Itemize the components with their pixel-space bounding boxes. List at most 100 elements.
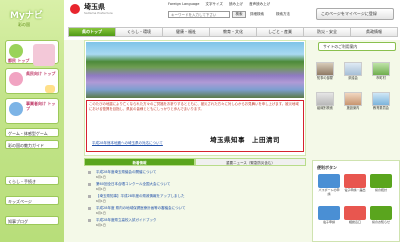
news-date: 6月1日 [96,223,106,227]
bullet-icon [88,207,91,210]
passport-icon [318,174,340,188]
news-title[interactable]: 平成28年度 県内の地域保健医療計画等の審議会について [96,206,185,211]
nav-kurashi[interactable]: くらし・環境 [116,27,163,37]
bullet-icon [88,171,91,174]
chart-icon [370,174,392,188]
utility-voice[interactable]: 音声読み上げ [249,2,270,6]
bullet-icon [88,195,91,198]
global-nav: 県のトップ くらし・環境 健康・福祉 教育・文化 しごと・産業 防災・安全 県政… [68,27,398,37]
announcement-text: このたびの地震により亡くなられた方々のご冥福をお祈りするとともに、被災された方々… [89,102,299,111]
tile-label: 市町村 [376,76,386,80]
bell-icon [370,206,392,220]
shortcut-consultation[interactable]: 相談窓口 [344,206,366,224]
sidebar-card-tomin[interactable]: 都民 トップ [5,40,59,66]
brand-english: Saitama Prefecture [84,11,113,15]
governor-signature: 埼玉県知事 上田清司 [210,136,280,144]
nav-top[interactable]: 県のトップ [68,27,116,37]
sidebar-card-label: 都民 トップ [8,58,30,63]
news-list: 平成28年度埼玉県議会の開催について 6月1日 第60回全日本合唱コンクール全国… [88,170,302,230]
sidebar-link-kurashi[interactable]: くらし・手続き [5,176,59,185]
tile-label: 組織別検索 [317,106,333,110]
tile-label: 知事の部屋 [317,76,333,80]
shortcut-label: 県のお知らせ [372,220,390,224]
person-icon [9,44,23,58]
tile-label: 施設案内 [346,106,360,110]
news-item[interactable]: 【埼玉県知事】平成28年度の県政情報をアップしました 6月1日 [88,194,302,206]
sidebar-link-blog[interactable]: 知事ブログ [5,216,59,225]
shortcut-statistics[interactable]: 県の統計 [370,174,392,192]
map-icon [372,62,390,76]
sidebar-card-label: 県民向け トップ [26,71,56,76]
card-illustration [45,85,55,93]
news-title[interactable]: 第60回全日本合唱コンクール全国大会について [96,182,170,187]
governor-photo [316,62,334,76]
myportal-logo[interactable]: Myナビ 彩の国 [4,8,60,36]
shortcut-label: パスポートの申請 [318,188,340,196]
shortcut-e-procedure[interactable]: 電子申請 [318,206,340,224]
search-input[interactable]: キーワードを入力して下さい [168,11,230,18]
school-photo [372,92,390,106]
family-icon [9,72,23,86]
card-illustration [33,44,55,66]
facility-photo [344,92,362,106]
news-title[interactable]: 【埼玉県知事】平成28年度の県政情報をアップしました [96,194,184,199]
news-date: 6月1日 [96,175,106,179]
business-icon [9,102,23,116]
tab-new-info[interactable]: 新着情報 [84,158,195,166]
site-guide-button[interactable]: サイトのご利用案内 [318,42,396,51]
nav-education[interactable]: 教育・文化 [210,27,257,37]
news-item[interactable]: 平成28年度埼玉県議会の開催について 6月1日 [88,170,302,182]
tile-facilities[interactable]: 施設案内 [344,92,362,110]
tile-education-board[interactable]: 教育委員会 [372,92,390,110]
utility-read-aloud[interactable]: 読み上げ [229,2,243,6]
news-item[interactable]: 平成28年度県立高校入試ガイドブック 6月1日 [88,218,302,230]
tab-important-news[interactable]: 重要ニュース（緊急防災含む） [195,158,306,166]
nav-work[interactable]: しごと・産業 [257,27,304,37]
tile-label: 県議会 [348,76,358,80]
nav-safety[interactable]: 防災・安全 [304,27,351,37]
nav-government[interactable]: 県政情報 [351,27,398,37]
shortcut-label: 県の統計 [374,188,387,192]
shortcut-notices[interactable]: 県のお知らせ [370,206,392,224]
shortcut-passport[interactable]: パスポートの申請 [318,174,340,196]
shortcut-label: 電子申請・届出 [344,188,366,192]
assembly-photo [344,62,362,76]
tile-label: 教育委員会 [373,106,389,110]
register-mypage-button[interactable]: このページをマイページに登録 [316,8,394,20]
hydrangea-banner-photo [86,42,304,98]
bullet-icon [88,219,91,222]
sidebar-card-label: 事業者向け トップ [26,101,56,111]
nav-health[interactable]: 健康・福祉 [163,27,210,37]
sidebar-link-game[interactable]: ゲーム・体感型ゲーム [5,128,59,137]
sidebar-link-kids[interactable]: キッズページ [5,196,59,205]
section-title: 便利ボタン [317,165,337,170]
tile-governor[interactable]: 知事の部屋 [316,62,334,80]
sidebar-card-jigyosha[interactable]: 事業者向け トップ [5,98,59,124]
computer-icon [318,206,340,220]
document-icon [344,174,366,188]
myportal-subtitle: 彩の国 [18,22,30,27]
sidebar-card-kenmin[interactable]: 県民向け トップ [5,68,59,94]
phone-icon [344,206,366,220]
news-item[interactable]: 平成28年度 県内の地域保健医療計画等の審議会について 6月1日 [88,206,302,218]
advanced-search-link[interactable]: 詳細検索 [250,12,264,17]
tile-org-search[interactable]: 組織別検索 [316,92,334,110]
sidebar-link-guide[interactable]: 彩の国の魅力ガイド [5,140,59,149]
shortcut-e-application[interactable]: 電子申請・届出 [344,174,366,192]
utility-font-size[interactable]: 文字サイズ [205,2,222,6]
news-date: 6月1日 [96,199,106,203]
search-button[interactable]: 検索 [232,11,246,18]
utility-links: Foreign Language 文字サイズ 読み上げ 音声読み上げ [168,2,275,7]
announcement-link[interactable]: 平成28年熊本地震への埼玉県の対応について [92,141,163,146]
left-sidebar: Myナビ 彩の国 都民 トップ 県民向け トップ 事業者向け トップ ゲーム・体… [0,0,64,242]
news-item[interactable]: 第60回全日本合唱コンクール全国大会について 6月1日 [88,182,302,194]
bullet-icon [88,183,91,186]
news-date: 6月1日 [96,187,106,191]
shortcut-label: 電子申請 [322,220,335,224]
myportal-title: Myナビ [10,11,43,21]
news-date: 6月1日 [96,211,106,215]
tile-municipalities[interactable]: 市町村 [372,62,390,80]
utility-foreign-language[interactable]: Foreign Language [168,2,199,6]
tile-assembly[interactable]: 県議会 [344,62,362,80]
search-help-link[interactable]: 検索方法 [276,12,290,17]
